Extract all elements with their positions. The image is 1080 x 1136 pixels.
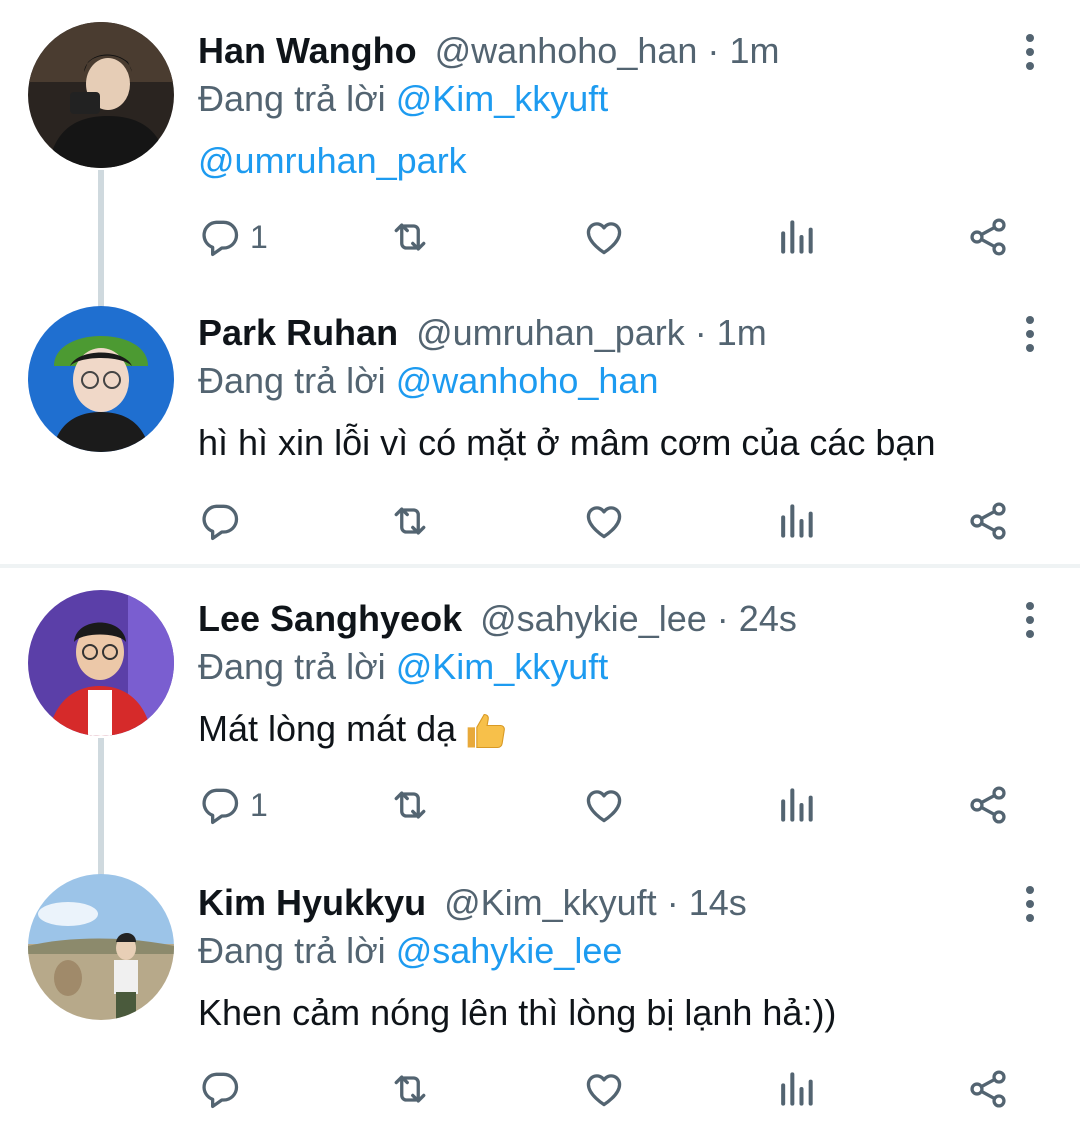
- retweet-button[interactable]: [388, 214, 432, 260]
- thumbs-up-emoji: [467, 714, 506, 749]
- more-icon[interactable]: [1020, 34, 1040, 74]
- share-icon: [966, 499, 1010, 543]
- views-button[interactable]: [774, 782, 818, 828]
- reply-to-mention[interactable]: @wanhoho_han: [396, 360, 659, 401]
- more-icon[interactable]: [1020, 316, 1040, 356]
- tweet[interactable]: Han Wangho @wanhoho_han · 1m Đang trả lời…: [0, 0, 1080, 300]
- replying-to: Đang trả lời @Kim_kkyuft: [198, 78, 609, 119]
- views-icon: [774, 783, 818, 827]
- retweet-icon: [388, 783, 432, 827]
- reply-count: 1: [250, 218, 268, 255]
- views-icon: [774, 1067, 818, 1111]
- reply-button[interactable]: [198, 498, 250, 544]
- timestamp[interactable]: 1m: [729, 30, 779, 71]
- reply-button[interactable]: [198, 1066, 250, 1112]
- views-button[interactable]: [774, 498, 818, 544]
- retweet-icon: [388, 1067, 432, 1111]
- timestamp[interactable]: 14s: [689, 882, 747, 923]
- reply-count: 1: [250, 786, 268, 823]
- avatar[interactable]: [28, 22, 174, 168]
- separator: ·: [707, 30, 720, 71]
- separator: ·: [694, 312, 707, 353]
- more-icon[interactable]: [1020, 602, 1040, 642]
- more-icon[interactable]: [1020, 886, 1040, 926]
- author-handle[interactable]: @Kim_kkyuft: [444, 882, 657, 923]
- replying-to: Đang trả lời @sahykie_lee: [198, 930, 623, 971]
- separator: ·: [716, 598, 729, 639]
- reply-icon: [198, 783, 242, 827]
- views-button[interactable]: [774, 214, 818, 260]
- action-bar: [0, 1066, 1080, 1116]
- share-button[interactable]: [966, 214, 1010, 260]
- like-button[interactable]: [582, 1066, 626, 1112]
- tweet[interactable]: Park Ruhan @umruhan_park · 1m Đang trả lờ…: [0, 282, 1080, 564]
- author-handle[interactable]: @sahykie_lee: [480, 598, 707, 639]
- tweet[interactable]: Lee Sanghyeok @sahykie_lee · 24s Đang trả…: [0, 568, 1080, 858]
- reply-to-mention[interactable]: @Kim_kkyuft: [396, 646, 609, 687]
- like-icon: [582, 215, 626, 259]
- views-button[interactable]: [774, 1066, 818, 1112]
- reply-icon: [198, 1067, 242, 1111]
- tweet-text: @umruhan_park: [198, 140, 467, 182]
- share-button[interactable]: [966, 498, 1010, 544]
- reply-button[interactable]: 1: [198, 214, 268, 260]
- author-name[interactable]: Kim Hyukkyu: [198, 882, 426, 923]
- replying-to: Đang trả lời @wanhoho_han: [198, 360, 659, 401]
- reply-to-mention[interactable]: @sahykie_lee: [396, 930, 623, 971]
- tweet-text: Khen cảm nóng lên thì lòng bị lạnh hả:)): [198, 992, 837, 1033]
- author-handle[interactable]: @umruhan_park: [416, 312, 685, 353]
- author-name[interactable]: Lee Sanghyeok: [198, 598, 462, 639]
- like-icon: [582, 783, 626, 827]
- reply-icon: [198, 499, 242, 543]
- action-bar: 1: [0, 214, 1080, 264]
- action-bar: 1: [0, 782, 1080, 832]
- avatar[interactable]: [28, 874, 174, 1020]
- retweet-icon: [388, 215, 432, 259]
- reply-to-mention[interactable]: @Kim_kkyuft: [396, 78, 609, 119]
- share-icon: [966, 215, 1010, 259]
- retweet-icon: [388, 499, 432, 543]
- action-bar: [0, 498, 1080, 548]
- share-icon: [966, 783, 1010, 827]
- like-button[interactable]: [582, 214, 626, 260]
- like-icon: [582, 1067, 626, 1111]
- author-name[interactable]: Park Ruhan: [198, 312, 398, 353]
- mention-link[interactable]: @umruhan_park: [198, 140, 467, 181]
- share-button[interactable]: [966, 782, 1010, 828]
- tweet-text: hì hì xin lỗi vì có mặt ở mâm cơm của cá…: [198, 422, 936, 463]
- like-button[interactable]: [582, 782, 626, 828]
- timestamp[interactable]: 1m: [717, 312, 767, 353]
- retweet-button[interactable]: [388, 1066, 432, 1112]
- views-icon: [774, 215, 818, 259]
- replying-to: Đang trả lời @Kim_kkyuft: [198, 646, 609, 687]
- tweet[interactable]: Kim Hyukkyu @Kim_kkyuft · 14s Đang trả lờ…: [0, 852, 1080, 1136]
- retweet-button[interactable]: [388, 498, 432, 544]
- timestamp[interactable]: 24s: [739, 598, 797, 639]
- author-handle[interactable]: @wanhoho_han: [435, 30, 698, 71]
- retweet-button[interactable]: [388, 782, 432, 828]
- avatar[interactable]: [28, 590, 174, 736]
- reply-icon: [198, 215, 242, 259]
- share-icon: [966, 1067, 1010, 1111]
- avatar[interactable]: [28, 306, 174, 452]
- author-name[interactable]: Han Wangho: [198, 30, 417, 71]
- views-icon: [774, 499, 818, 543]
- like-button[interactable]: [582, 498, 626, 544]
- share-button[interactable]: [966, 1066, 1010, 1112]
- tweet-text: Mát lòng mát dạ: [198, 708, 508, 753]
- like-icon: [582, 499, 626, 543]
- separator: ·: [666, 882, 679, 923]
- reply-button[interactable]: 1: [198, 782, 268, 828]
